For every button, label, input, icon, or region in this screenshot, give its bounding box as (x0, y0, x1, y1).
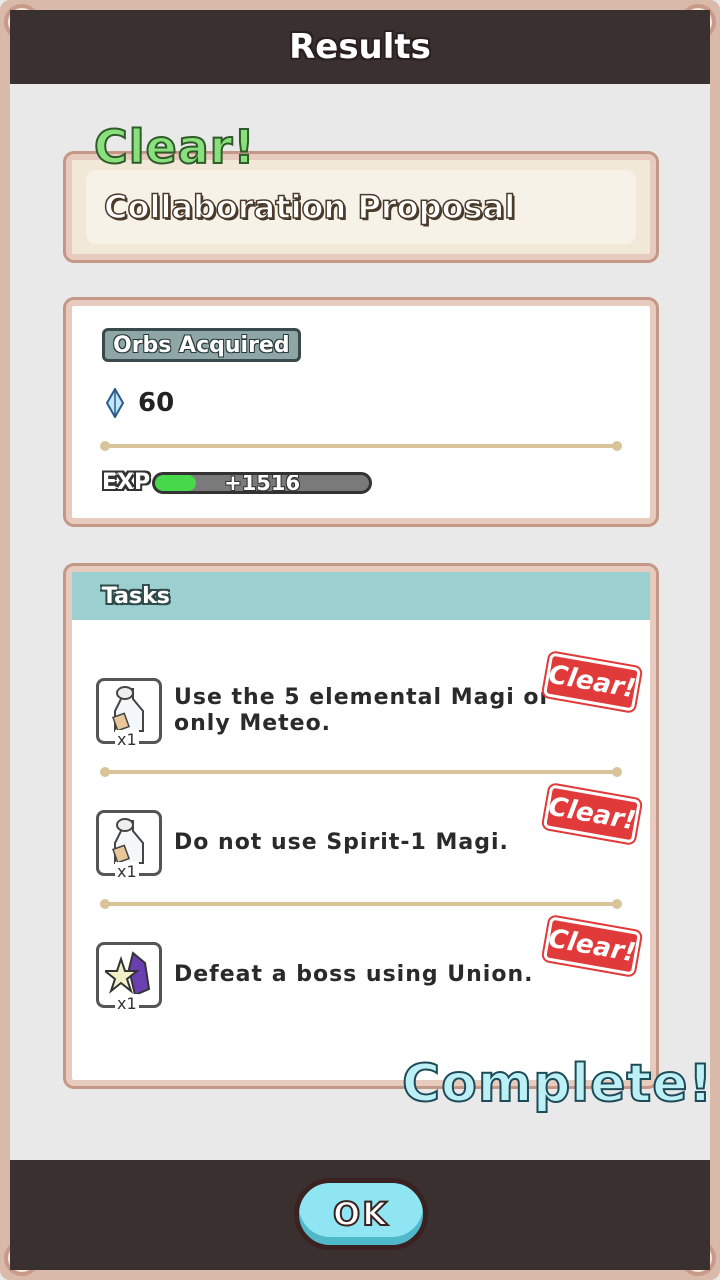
quest-name: Collaboration Proposal (103, 187, 516, 227)
divider (100, 441, 622, 451)
clear-stamp-label: Clear! (546, 791, 638, 837)
exp-label: EXP (102, 470, 151, 495)
potion-bottle-icon: x1 (96, 678, 162, 749)
task-description: only Meteo. (174, 711, 332, 736)
clear-stamp: Clear! (542, 652, 642, 712)
task-quantity: x1 (115, 862, 139, 881)
tasks-header-label: Tasks (102, 583, 170, 609)
clear-heading: Clear! (93, 119, 256, 175)
task-item: x1 Defeat a boss using Union. Clear! (96, 916, 650, 1013)
orb-crystal-icon (106, 388, 124, 418)
task-description: Use the 5 elemental Magi or (174, 685, 552, 710)
rewards-panel: Orbs Acquired 60 EXP +1516 (66, 300, 656, 524)
task-item: x1 Do not use Spirit-1 Magi. Clear! (96, 784, 650, 881)
clear-stamp-label: Clear! (546, 659, 638, 705)
task-quantity: x1 (115, 730, 139, 749)
potion-bottle-icon: x1 (96, 810, 162, 881)
tasks-header: Tasks (72, 572, 650, 620)
orbs-acquired-badge: Orbs Acquired (102, 328, 301, 362)
task-quantity: x1 (115, 994, 139, 1013)
ok-button-label: OK (332, 1194, 389, 1234)
orbs-row: 60 (106, 388, 174, 418)
clear-stamp: Clear! (542, 916, 642, 976)
orbs-acquired-label: Orbs Acquired (113, 332, 290, 358)
tasks-panel: Tasks x1 Use the 5 elemental Magi or onl… (66, 566, 656, 1086)
title-bar: Results (10, 10, 710, 84)
task-item: x1 Use the 5 elemental Magi or only Mete… (96, 652, 650, 749)
exp-gain-text: +1516 (224, 471, 301, 494)
complete-label: Complete! (401, 1053, 714, 1115)
divider (100, 767, 622, 777)
star-cape-icon: x1 (96, 942, 162, 1013)
page-title: Results (289, 27, 431, 67)
clear-stamp-label: Clear! (546, 923, 638, 969)
divider (100, 899, 622, 909)
orbs-value: 60 (138, 388, 175, 418)
clear-stamp: Clear! (542, 784, 642, 844)
ok-button[interactable]: OK (294, 1178, 428, 1250)
task-description: Do not use Spirit-1 Magi. (174, 830, 509, 855)
task-description: Defeat a boss using Union. (174, 962, 534, 987)
exp-progress-bar: +1516 (152, 471, 373, 494)
quest-name-box: Collaboration Proposal (86, 170, 636, 244)
exp-row: EXP +1516 (102, 470, 373, 495)
